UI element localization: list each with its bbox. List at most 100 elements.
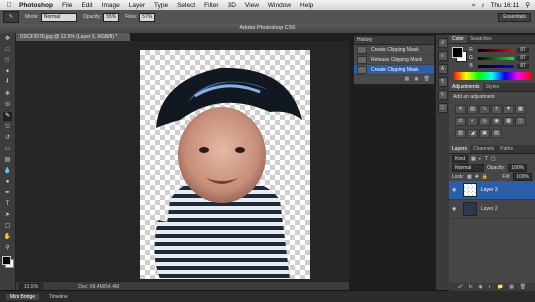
link-layers-icon[interactable]: ☍ [458,284,463,290]
filter-pixel-icon[interactable]: ▦ [471,156,476,162]
filter-adjustment-icon[interactable]: ◐ [479,156,482,162]
filter-type-icon[interactable]: T [485,156,488,162]
blur-tool-icon[interactable]: 💧 [3,167,12,176]
history-panel-icon[interactable]: ↺ [437,38,448,48]
marquee-tool-icon[interactable]: □ [3,46,12,55]
color-spectrum-bar[interactable] [453,72,531,80]
workspace-switcher[interactable]: Essentials [498,12,531,22]
document-size-info[interactable]: Doc: 69.4M/54.4M [78,284,119,290]
levels-icon[interactable]: ▤ [467,105,478,114]
color-lookup-icon[interactable]: ▩ [503,117,514,126]
healing-brush-tool-icon[interactable]: ☏ [3,101,12,110]
new-adjustment-layer-icon[interactable]: ◐ [488,284,491,290]
mode-select[interactable]: Normal [40,12,77,22]
fill-field[interactable]: 100% [513,172,532,181]
tab-layers[interactable]: Layers [449,145,471,153]
history-panel-title[interactable]: History [354,36,434,45]
type-tool-icon[interactable]: T [3,200,12,209]
tab-swatches[interactable]: Swatches [467,36,495,42]
menu-filter[interactable]: Filter [204,2,218,9]
history-step-selected[interactable]: Create Clipping Mask [354,65,434,75]
lock-position-icon[interactable]: ✥ [475,174,479,180]
brush-panel-icon[interactable]: ✎ [437,90,448,100]
menu-file[interactable]: File [62,2,72,9]
curves-icon[interactable]: ∿ [479,105,490,114]
eyedropper-tool-icon[interactable]: ✻ [3,90,12,99]
delete-state-trash-icon[interactable]: 🗑 [424,76,430,82]
menu-layer[interactable]: Layer [129,2,145,9]
clone-source-panel-icon[interactable]: ⎋ [437,103,448,113]
vibrance-icon[interactable]: ▼ [503,105,514,114]
eraser-tool-icon[interactable]: ▭ [3,145,12,154]
menubar-clock[interactable]: Thu 16:11 [490,2,519,9]
tab-styles[interactable]: Styles [483,84,503,90]
new-group-folder-icon[interactable]: 📁 [497,284,503,290]
new-layer-icon[interactable]: ▦ [509,284,514,290]
snapshot-camera-icon[interactable]: ◉ [414,76,418,82]
tab-channels[interactable]: Channels [470,146,497,152]
add-mask-icon[interactable]: ◉ [478,284,482,290]
menu-select[interactable]: Select [177,2,195,9]
path-selection-tool-icon[interactable]: ➤ [3,211,12,220]
blend-mode-select[interactable]: Normal [452,163,484,172]
selective-color-icon[interactable]: ▣ [479,129,490,138]
brush-preset-picker[interactable]: ✎ [3,11,19,23]
tab-paths[interactable]: Paths [497,146,516,152]
wifi-icon[interactable]: ≈ [472,2,476,9]
layer-style-fx-icon[interactable]: fx [469,284,473,290]
foreground-color-swatch[interactable] [2,256,11,265]
green-slider[interactable] [478,56,514,60]
new-document-from-state-icon[interactable]: ▦ [405,76,410,82]
apple-menu-icon[interactable]:  [5,2,13,9]
document-canvas[interactable] [140,50,310,279]
menu-type[interactable]: Type [154,2,168,9]
brightness-contrast-icon[interactable]: ☀ [455,105,466,114]
invert-icon[interactable]: ◫ [515,117,526,126]
menu-edit[interactable]: Edit [81,2,92,9]
foreground-color-chip[interactable] [452,47,463,58]
posterize-icon[interactable]: ▧ [455,129,466,138]
threshold-icon[interactable]: ◢ [467,129,478,138]
menu-help[interactable]: Help [300,2,313,9]
menu-3d[interactable]: 3D [228,2,236,9]
menu-window[interactable]: Window [268,2,291,9]
tab-color[interactable]: Color [449,35,467,43]
red-slider[interactable] [478,48,514,52]
delete-layer-trash-icon[interactable]: 🗑 [520,284,526,290]
layer-row[interactable]: ◉ Layer 2 [449,200,535,219]
volume-icon[interactable]: ♪ [481,2,484,9]
opacity-field[interactable]: 55% [103,12,120,22]
clone-stamp-tool-icon[interactable]: ⎋ [3,123,12,132]
move-tool-icon[interactable]: ✥ [3,35,12,44]
document-tab[interactable]: DSCF2076.jpg @ 12.5% (Layer 3, RGB/8) * [16,33,130,41]
hand-tool-icon[interactable]: ✋ [3,233,12,242]
properties-panel-icon[interactable]: ≡ [437,51,448,61]
blue-value[interactable]: 87 [517,63,529,69]
spotlight-search-icon[interactable]: ⚲ [525,1,530,9]
menu-app-name[interactable]: Photoshop [19,2,53,9]
hue-saturation-icon[interactable]: ▦ [515,105,526,114]
tab-mini-bridge[interactable]: Mini Bridge [6,293,40,300]
quick-select-tool-icon[interactable]: ✦ [3,68,12,77]
visibility-eye-icon[interactable]: ◉ [452,187,460,193]
lock-all-icon[interactable]: 🔒 [482,174,488,180]
layer-kind-filter[interactable]: Kind [452,154,469,163]
menu-image[interactable]: Image [102,2,120,9]
brush-tool-icon[interactable]: ✎ [3,112,12,121]
channel-mixer-icon[interactable]: ◉ [491,117,502,126]
layer-opacity-field[interactable]: 100% [508,163,528,172]
color-balance-icon[interactable]: ⚖ [455,117,466,126]
history-brush-tool-icon[interactable]: ↺ [3,134,12,143]
layer-row-selected[interactable]: ◉ Layer 3 [449,181,535,200]
zoom-tool-icon[interactable]: ⚲ [3,244,12,253]
menu-view[interactable]: View [245,2,259,9]
exposure-icon[interactable]: ± [491,105,502,114]
lasso-tool-icon[interactable]: ➰ [3,57,12,66]
flow-field[interactable]: 57% [139,12,156,22]
green-value[interactable]: 87 [517,55,529,61]
red-value[interactable]: 87 [517,47,529,53]
gradient-map-icon[interactable]: ▤ [491,129,502,138]
paragraph-panel-icon[interactable]: ¶ [437,77,448,87]
gradient-tool-icon[interactable]: ▤ [3,156,12,165]
filter-shape-icon[interactable]: ▢ [491,156,496,162]
